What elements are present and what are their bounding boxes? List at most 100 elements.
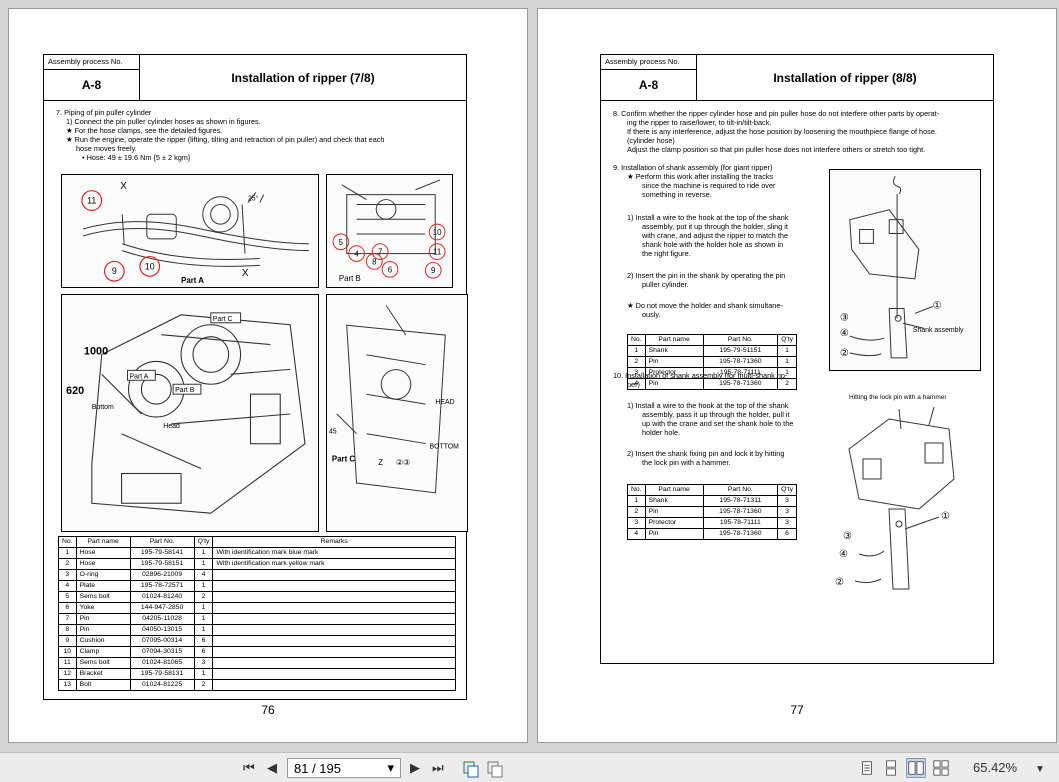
table-cell: 1	[193, 668, 214, 680]
bottom-label: BOTTOM	[430, 443, 460, 450]
column-header: Part name	[644, 334, 704, 346]
page-title: Installation of ripper (8/8)	[773, 70, 917, 85]
column-header: Part No.	[702, 334, 779, 346]
continuous-view-icon[interactable]	[881, 758, 901, 778]
table-cell: 2	[627, 506, 646, 518]
step9-line: ★ Do not move the holder and shank simul…	[627, 301, 783, 310]
table-cell: 195-79-58141	[129, 547, 195, 559]
facing-continuous-view-icon[interactable]	[931, 758, 951, 778]
table-cell: 01024-81225	[129, 679, 195, 691]
step8-line: ing the ripper to raise/lower, to tilt-i…	[627, 118, 772, 127]
chevron-down-icon[interactable]: ▾	[387, 760, 394, 776]
step9-line: ously.	[642, 310, 661, 319]
table-cell: 1	[193, 558, 214, 570]
table-cell: Clamp	[75, 646, 131, 658]
table-cell: O-ring	[75, 569, 131, 581]
page-number-input[interactable]: 81 / 195 ▾	[287, 758, 401, 778]
step7-title: 7. Piping of pin puller cylinder	[56, 108, 152, 117]
single-page-view-icon[interactable]	[857, 758, 877, 778]
callout-1: ①	[933, 300, 942, 311]
assembly-process-label: Assembly process No.	[44, 55, 139, 70]
table-header-row: No. Part name Part No. Q'ty Remarks	[58, 536, 456, 548]
zoom-level[interactable]: 65.42%	[973, 760, 1017, 775]
figure-multi-shank: Hitting the lock pin with a hammer ① ③ ④…	[829, 389, 981, 601]
process-code: A-8	[638, 78, 659, 92]
step10-title-cont: per)	[627, 380, 640, 389]
parts-table-multi-shank: No. Part name Part No. Q'ty 1 Shank 195-78…	[627, 484, 797, 540]
table-cell: 2	[627, 356, 646, 368]
step8-line: (cylinder hose)	[627, 136, 675, 145]
callout-2: ②	[835, 577, 844, 588]
table-cell: 144-947-2850	[129, 602, 195, 614]
table-cell: Pin	[644, 356, 704, 368]
export-icon[interactable]	[484, 758, 504, 778]
table-cell: 5	[58, 591, 77, 603]
step8-line: Adjust the clamp position so that pin pu…	[627, 145, 926, 154]
column-header: Q'ty	[777, 484, 797, 496]
table-row: 3 O-ring 02896-21009 4	[58, 569, 456, 581]
copy-icon[interactable]	[460, 758, 480, 778]
column-header: Remarks	[212, 536, 456, 548]
table-header-row: No. Part name Part No. Q'ty	[627, 334, 797, 346]
step7-line: ★ Run the engine, operate the ripper (li…	[66, 135, 385, 144]
table-cell: 1	[193, 624, 214, 636]
zoom-dropdown-icon[interactable]: ▼	[1035, 762, 1045, 778]
step10-line: the lock pin with a hammer.	[642, 458, 731, 467]
last-page-icon[interactable]: ⏭	[432, 760, 444, 776]
table-cell	[212, 613, 456, 625]
two-page-view-icon[interactable]	[906, 758, 926, 778]
table-cell: 3	[777, 506, 797, 518]
table-cell: 2	[193, 679, 214, 691]
previous-page-icon[interactable]: ◀	[267, 760, 277, 776]
document-page-left: Assembly process No. A-8 Installation of…	[8, 8, 528, 743]
table-cell: 4	[58, 580, 77, 592]
process-code: A-8	[81, 78, 102, 92]
figure-part-c: HEAD BOTTOM 45 Part C Z ②③	[326, 294, 468, 532]
table-cell: Pin	[75, 624, 131, 636]
step10-line: up with the crane and set the shank hole…	[642, 419, 794, 428]
figure-part-b: 5 4 7 8 6 10 11 9 Part B	[326, 174, 453, 288]
table-cell	[212, 591, 456, 603]
table-cell: 01024-81240	[129, 591, 195, 603]
part-b-label: Part B	[175, 387, 195, 394]
table-cell: 195-79-58151	[129, 558, 195, 570]
table-cell: Bracket	[75, 668, 131, 680]
page-frame: Assembly process No. A-8 Installation of…	[600, 54, 994, 664]
column-header: Part name	[644, 484, 704, 496]
table-cell: With identification mark blue mark	[212, 547, 456, 559]
callout-3: ③	[843, 531, 852, 542]
callout-10: 10	[145, 261, 155, 271]
table-cell: Cushion	[75, 635, 131, 647]
next-page-icon[interactable]: ▶	[410, 760, 420, 776]
table-cell: 10	[58, 646, 77, 658]
part-c-label: Part C	[213, 316, 233, 323]
table-cell: 6	[777, 528, 797, 540]
table-cell: 8	[58, 624, 77, 636]
table-cell	[212, 679, 456, 691]
table-cell: 3	[627, 517, 646, 529]
callout-11: 11	[87, 195, 96, 205]
table-cell: 07095-00314	[129, 635, 195, 647]
table-cell: 1	[627, 345, 646, 357]
step7-line: hose moves freely.	[76, 144, 137, 153]
table-cell: 9	[58, 635, 77, 647]
part-a-label: Part A	[181, 276, 204, 285]
table-row: 5 Sems bolt 01024-81240 2	[58, 591, 456, 603]
column-header: Part No.	[129, 536, 195, 548]
part-b-label: Part B	[339, 274, 361, 283]
table-row: 11 Sems bolt 01024-81065 3	[58, 657, 456, 669]
callout-9: 9	[431, 266, 435, 275]
parts-table-giant-ripper: No. Part name Part No. Q'ty 1 Shank 195-79…	[627, 334, 797, 390]
table-cell: Hose	[75, 558, 131, 570]
page-frame: Assembly process No. A-8 Installation of…	[43, 54, 468, 700]
table-cell: 195-78-71360	[702, 528, 779, 540]
table-row: 2 Hose 195-79-58151 1 With identification ma…	[58, 558, 456, 570]
table-cell: With identification mark yellow mark	[212, 558, 456, 570]
callout-45: 45	[329, 429, 337, 436]
callout-2-3: ②③	[396, 458, 410, 467]
first-page-icon[interactable]: ⏮	[243, 760, 255, 776]
table-cell: Pin	[644, 506, 704, 518]
table-cell: Hose	[75, 547, 131, 559]
table-cell: 1	[193, 580, 214, 592]
table-cell: 195-78-71311	[702, 495, 779, 507]
